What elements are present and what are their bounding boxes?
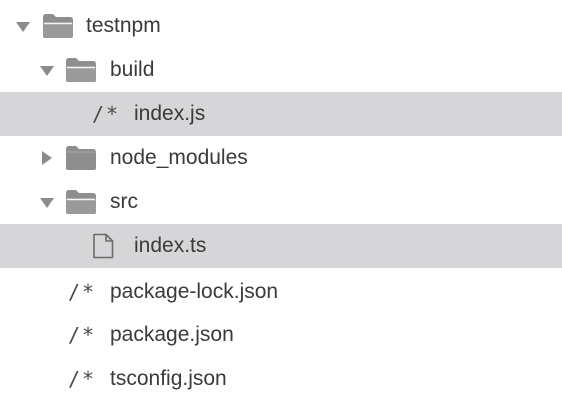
- folder-open-icon: [42, 13, 74, 39]
- tree-item-label: index.ts: [134, 234, 207, 257]
- tree-item-label: build: [110, 58, 155, 81]
- chevron-down-icon[interactable]: [16, 22, 30, 32]
- tree-item-build[interactable]: build: [0, 48, 562, 92]
- folder-closed-icon: [65, 145, 97, 171]
- folder-open-icon: [65, 189, 97, 215]
- tree-item-label: package-lock.json: [110, 280, 279, 303]
- js-file-icon: /*: [68, 323, 97, 347]
- tree-item-testnpm[interactable]: testnpm: [0, 4, 562, 48]
- tree-item-node-modules[interactable]: node_modules: [0, 136, 562, 180]
- tree-item-src[interactable]: src: [0, 180, 562, 224]
- tree-item-label: src: [110, 190, 138, 213]
- js-file-icon: /*: [68, 280, 97, 304]
- file-tree: testnpm build /* index.js node_modules s…: [0, 0, 562, 408]
- js-file-icon: /*: [92, 102, 121, 126]
- tree-item-tsconfig-json[interactable]: /* tsconfig.json: [0, 357, 562, 401]
- tree-item-package-json[interactable]: /* package.json: [0, 313, 562, 357]
- tree-item-label: testnpm: [86, 14, 161, 37]
- document-icon: [92, 233, 114, 259]
- js-file-icon: /*: [68, 367, 97, 391]
- chevron-right-icon[interactable]: [42, 151, 52, 165]
- chevron-down-icon[interactable]: [40, 66, 54, 76]
- tree-item-label: node_modules: [110, 146, 248, 169]
- tree-item-label: package.json: [110, 323, 234, 346]
- tree-item-label: index.js: [134, 102, 206, 125]
- tree-item-index-ts[interactable]: index.ts: [0, 224, 562, 268]
- tree-item-label: tsconfig.json: [110, 367, 227, 390]
- tree-item-package-lock-json[interactable]: /* package-lock.json: [0, 270, 562, 314]
- tree-item-index-js[interactable]: /* index.js: [0, 92, 562, 136]
- chevron-down-icon[interactable]: [40, 198, 54, 208]
- folder-open-icon: [65, 57, 97, 83]
